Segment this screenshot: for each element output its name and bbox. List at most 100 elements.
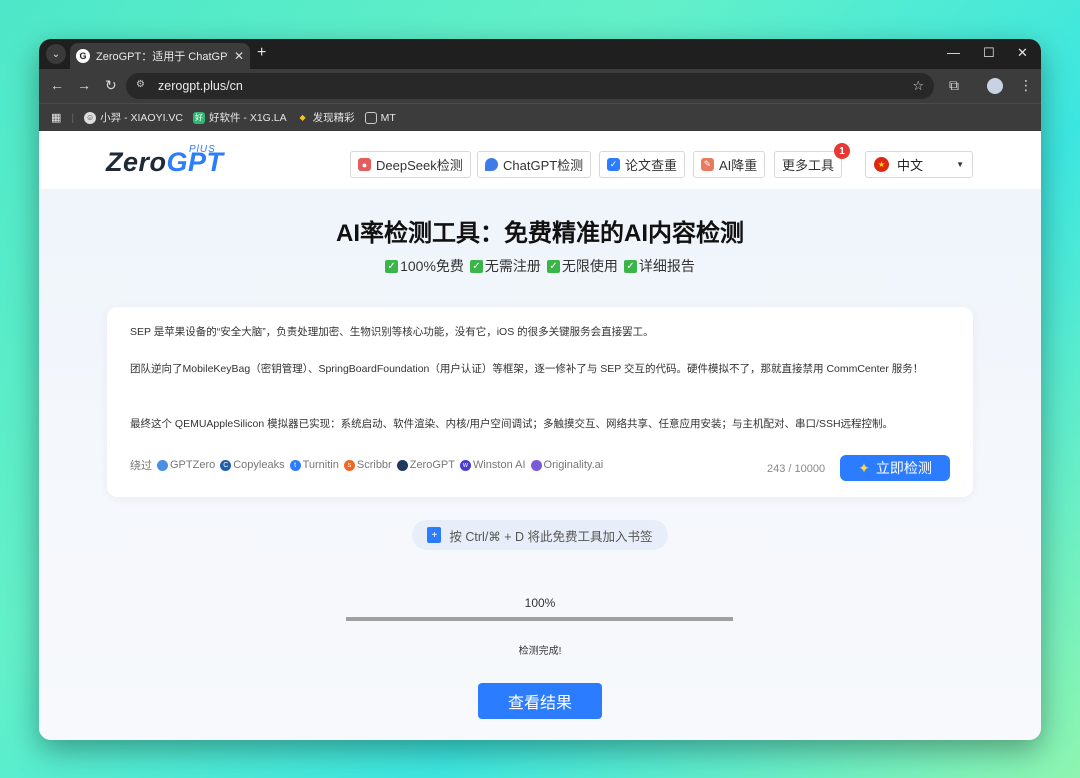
bookmark-plus-icon: + <box>427 527 442 543</box>
caret-down-icon: ▼ <box>956 160 964 169</box>
detector-item: ZeroGPT <box>396 459 455 471</box>
browser-tab[interactable]: G ZeroGPT：适用于 ChatGPT、 ✕ <box>70 43 250 69</box>
check-icon: ✓ <box>385 259 399 273</box>
winston-icon: w <box>459 459 471 471</box>
tab-search-button[interactable]: ⌄ <box>46 44 66 64</box>
copyleaks-icon: C <box>220 459 232 471</box>
zerogpt-favicon-icon: G <box>76 49 90 63</box>
forward-icon[interactable]: → <box>77 77 91 93</box>
page-title: AI率检测工具：免费精准的AI内容检测 <box>336 220 744 247</box>
detector-item: GPTZero <box>157 459 215 471</box>
check-icon: ✓ <box>623 259 637 273</box>
logo-text-main: Zero <box>106 147 167 177</box>
feature-label: 无限使用 <box>561 258 618 274</box>
detector-item: Originality.ai <box>530 459 604 471</box>
detector-name: Originality.ai <box>543 459 604 471</box>
browser-window: ⌄ G ZeroGPT：适用于 ChatGPT、 ✕ + — ☐ ✕ ← → ↻… <box>39 39 1041 740</box>
china-flag-icon: ★ <box>874 157 889 172</box>
originality-icon <box>530 459 542 471</box>
folder-icon <box>364 111 377 124</box>
detect-button[interactable]: ✦ 立即检测 <box>840 455 950 481</box>
logo-plus: PlUS <box>189 144 216 155</box>
bookmark-tip-text: 按 Ctrl/⌘ + D 将此免费工具加入书签 <box>449 529 653 544</box>
site-info-icon[interactable]: ⚙ <box>136 79 150 93</box>
text-input-card[interactable]: SEP 是苹果设备的“安全大脑”，负责处理加密、生物识别等核心功能，没有它，iO… <box>107 307 973 497</box>
progress-fill <box>346 617 733 621</box>
bookmark-label: 好软件 - X1G.LA <box>209 112 287 124</box>
feature-item: ✓ 无限使用 <box>546 256 618 276</box>
progress-percent: 100% <box>524 596 556 610</box>
detector-name: Winston AI <box>472 459 526 471</box>
feature-item: ✓ 无需注册 <box>469 256 541 276</box>
detector-name: Copyleaks <box>233 459 285 471</box>
sparkle-icon: ✦ <box>858 459 870 476</box>
text-paragraph[interactable]: SEP 是苹果设备的“安全大脑”，负责处理加密、生物识别等核心功能，没有它，iO… <box>130 323 945 341</box>
notification-badge: 1 <box>834 143 851 159</box>
back-icon[interactable]: ← <box>50 77 64 93</box>
nav-label: 论文查重 <box>625 158 678 173</box>
bookmarks-divider: | <box>71 111 75 124</box>
window-close-icon[interactable]: ✕ <box>1017 45 1028 61</box>
feature-label: 无需注册 <box>484 258 541 274</box>
apps-grid-icon[interactable]: ▦ <box>51 111 61 124</box>
language-label: 中文 <box>897 158 924 173</box>
nav-deepseek-detect[interactable]: ● DeepSeek检测 <box>350 151 471 178</box>
spark-icon: ◆ <box>299 113 306 122</box>
language-select[interactable]: ★ 中文 ▼ <box>865 151 973 178</box>
character-count: 243 / 10000 <box>767 463 826 475</box>
bookmark-tip: + 按 Ctrl/⌘ + D 将此免费工具加入书签 <box>412 520 668 550</box>
new-tab-button[interactable]: + <box>257 44 266 62</box>
tab-strip: ⌄ G ZeroGPT：适用于 ChatGPT、 ✕ + — ☐ ✕ <box>39 39 1041 69</box>
bookmark-star-icon[interactable]: ☆ <box>912 78 924 94</box>
detector-name: GPTZero <box>170 459 216 471</box>
nav-paper-check[interactable]: ✓ 论文查重 <box>599 151 686 178</box>
nav-chatgpt-detect[interactable]: ChatGPT检测 <box>477 151 592 178</box>
bookmark-label: MT <box>380 111 396 124</box>
bookmarks-bar: ▦ | ☺ 小羿 - XIAOYI.VC 好 好软件 - X1G.LA ◆ 发现… <box>39 103 1041 131</box>
check-icon: ✓ <box>546 259 560 273</box>
detector-item: w Winston AI <box>459 459 526 471</box>
gptzero-icon <box>157 459 168 471</box>
nav-ai-rewrite[interactable]: ✎ AI降重 <box>693 151 766 178</box>
web-page: ZeroGPT PlUS ● DeepSeek检测 ChatGPT检测 ✓ 论文… <box>39 131 1041 740</box>
progress-bar <box>346 617 733 621</box>
text-paragraph[interactable]: 最终这个 QEMUAppleSilicon 模拟器已实现：系统启动、软件渲染、内… <box>130 415 945 433</box>
text-paragraph[interactable]: 团队逆向了MobileKeyBag（密钥管理）、SpringBoardFound… <box>130 360 945 378</box>
check-icon: ✓ <box>469 259 483 273</box>
paper-icon: ✓ <box>607 158 620 171</box>
nav-label: 更多工具 <box>782 158 835 173</box>
turnitin-icon: t <box>289 459 301 471</box>
feature-label: 100%免费 <box>400 258 464 274</box>
detect-button-label: 立即检测 <box>875 460 932 476</box>
detector-item: s Scribbr <box>343 459 392 471</box>
bookmark-item[interactable]: ☺ 小羿 - XIAOYI.VC <box>84 110 183 125</box>
nav-label: ChatGPT检测 <box>503 158 584 173</box>
minimize-icon[interactable]: — <box>947 45 960 60</box>
nav-label: AI降重 <box>719 158 758 173</box>
profile-avatar-icon[interactable] <box>987 78 1003 94</box>
nav-more-tools[interactable]: 更多工具 1 <box>774 143 851 178</box>
reload-icon[interactable]: ↻ <box>105 77 117 94</box>
address-bar[interactable]: ⚙ zerogpt.plus/cn ☆ <box>126 73 934 99</box>
feature-item: ✓ 详细报告 <box>623 256 695 276</box>
extensions-icon[interactable]: ⧉ <box>949 77 959 94</box>
menu-kebab-icon[interactable]: ⋮ <box>1019 77 1033 94</box>
avatar-icon: ☺ <box>84 111 97 124</box>
bookmark-item[interactable]: ◆ 发现精彩 <box>297 110 355 125</box>
progress-status: 检测完成! <box>518 646 562 657</box>
close-icon[interactable]: ✕ <box>234 49 244 63</box>
detector-item: C Copyleaks <box>220 459 285 471</box>
bypass-detectors: 绕过 GPTZero C Copyleaks t Turnitin s Scribbr… <box>130 457 603 473</box>
nav-label: DeepSeek检测 <box>376 158 463 173</box>
tab-title: ZeroGPT：适用于 ChatGPT、 <box>96 51 228 63</box>
deepseek-icon: ● <box>358 158 371 171</box>
bookmark-item[interactable]: 好 好软件 - X1G.LA <box>193 110 287 125</box>
zerogpt-icon <box>396 459 408 471</box>
bookmark-folder[interactable]: MT <box>364 111 396 124</box>
maximize-icon[interactable]: ☐ <box>983 45 995 61</box>
feature-item: ✓ 100%免费 <box>385 256 464 276</box>
feature-list: ✓ 100%免费 ✓ 无需注册 ✓ 无限使用 ✓ 详细报告 <box>39 256 1041 276</box>
app-icon: 好 <box>193 111 205 124</box>
view-result-button[interactable]: 查看结果 <box>478 683 602 719</box>
bypass-label: 绕过 <box>130 460 152 472</box>
